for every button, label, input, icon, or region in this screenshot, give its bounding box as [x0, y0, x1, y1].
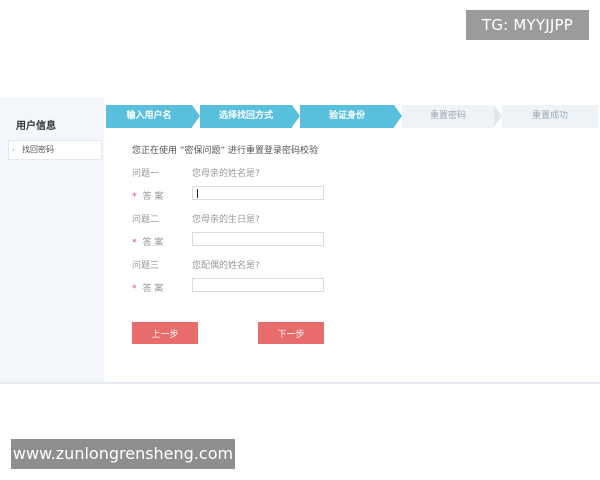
sidebar-title: 用户信息: [16, 121, 56, 132]
sidebar-item-label: 找回密码: [22, 145, 54, 154]
watermark-top: TG: MYYJJPP: [466, 10, 589, 40]
required-star-icon: *: [132, 238, 137, 248]
answer-3-input[interactable]: [192, 278, 324, 292]
answer-1-label: * 答 案: [132, 192, 164, 202]
step-enter-username: 输入用户名: [106, 105, 192, 128]
question-3-label: 问题三: [132, 261, 160, 271]
answer-1-input[interactable]: [192, 186, 324, 200]
watermark-bottom: www.zunlongrensheng.com: [11, 439, 235, 469]
step-reset-success: 重置成功: [502, 105, 598, 128]
recovery-panel: 用户信息 › 找回密码 输入用户名 选择找回方式 验证身份 重置密码 重置成功 您…: [0, 97, 600, 382]
required-star-icon: *: [132, 284, 137, 294]
sidebar: 用户信息 › 找回密码: [0, 97, 105, 382]
chevron-right-icon: ›: [12, 146, 15, 154]
next-step-button[interactable]: 下一步: [258, 322, 324, 344]
step-arrow-icon: [494, 105, 502, 127]
answer-3-label: * 答 案: [132, 284, 164, 294]
required-star-icon: *: [132, 192, 137, 202]
answer-2-label: * 答 案: [132, 238, 164, 248]
question-1-text: 您母亲的姓名是?: [192, 169, 260, 179]
panel-divider: [0, 382, 600, 384]
answer-2-input[interactable]: [192, 232, 324, 246]
main-content: 输入用户名 选择找回方式 验证身份 重置密码 重置成功 您正在使用 “密保问题”…: [104, 97, 600, 382]
step-progress: 输入用户名 选择找回方式 验证身份 重置密码 重置成功: [106, 105, 598, 128]
step-arrow-icon: [192, 105, 200, 127]
question-3-text: 您配偶的姓名是?: [192, 261, 260, 271]
step-reset-password: 重置密码: [402, 105, 494, 128]
text-caret: [197, 189, 198, 198]
question-1-label: 问题一: [132, 169, 160, 179]
verification-intro: 您正在使用 “密保问题” 进行重置登录密码校验: [132, 146, 319, 156]
question-2-label: 问题二: [132, 215, 160, 225]
prev-step-button[interactable]: 上一步: [132, 322, 198, 344]
step-choose-method: 选择找回方式: [200, 105, 292, 128]
sidebar-item-find-password[interactable]: › 找回密码: [8, 140, 102, 160]
question-2-text: 您母亲的生日是?: [192, 215, 260, 225]
step-verify-identity: 验证身份: [300, 105, 394, 128]
step-arrow-icon: [394, 105, 402, 127]
step-arrow-icon: [292, 105, 300, 127]
